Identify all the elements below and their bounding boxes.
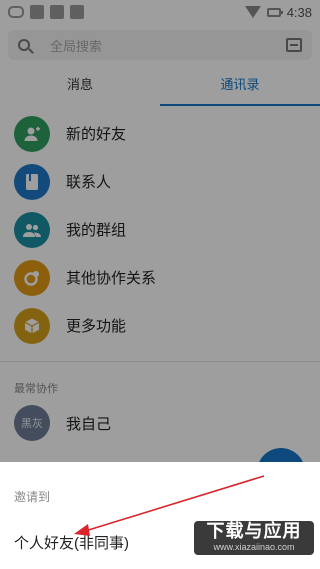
watermark-logo: 下载与应用 www.xiazaiinao.com — [194, 521, 314, 555]
sheet-title: 邀请到 — [14, 490, 51, 504]
watermark-url: www.xiazaiinao.com — [213, 542, 295, 552]
invite-personal-friend-option[interactable]: 个人好友(非同事) — [14, 532, 129, 553]
watermark-title: 下载与应用 — [206, 521, 302, 541]
